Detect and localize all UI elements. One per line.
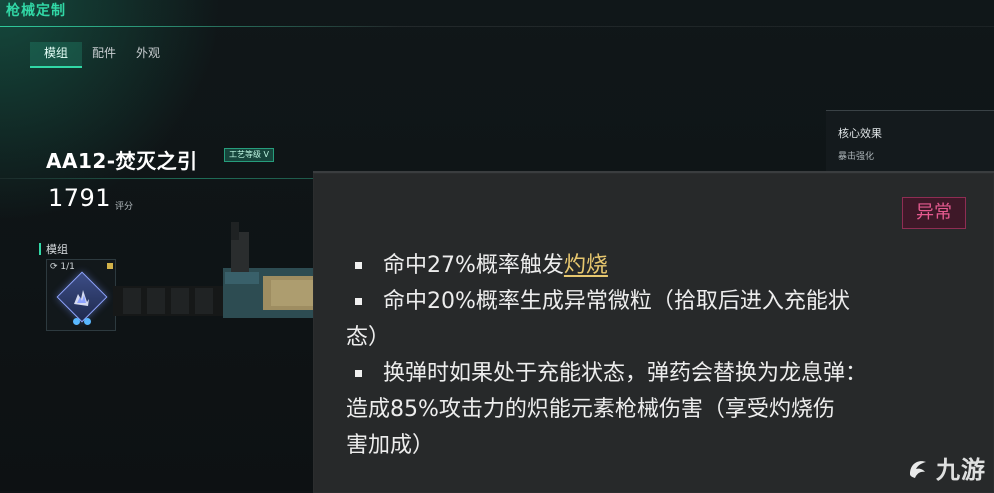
mod-slot-count-text: 1/1 bbox=[60, 262, 75, 272]
effect-text-continued: 造成85%攻击力的炽能元素枪械伤害（享受灼烧伤 bbox=[346, 397, 835, 422]
effect-text-continued: 态） bbox=[346, 325, 391, 350]
effect-list: 命中27%概率触发灼烧 命中20%概率生成异常微粒（拾取后进入充能状 态） 换弹… bbox=[346, 248, 976, 464]
bullet-icon bbox=[355, 298, 362, 305]
bullet-icon bbox=[355, 262, 362, 269]
mod-flame-icon bbox=[74, 290, 89, 306]
mod-indicator-dot bbox=[73, 318, 80, 325]
tab-mods[interactable]: 模组 bbox=[30, 42, 82, 68]
refresh-icon: ⟳ bbox=[50, 262, 58, 272]
mods-section-label: 模组 bbox=[39, 243, 68, 256]
bullet-icon bbox=[355, 370, 362, 377]
watermark-text: 九游 bbox=[936, 456, 986, 484]
customization-tabs: 模组 配件 外观 bbox=[30, 42, 170, 68]
effect-item: 命中20%概率生成异常微粒（拾取后进入充能状 态） bbox=[346, 284, 976, 356]
effect-item: 换弹时如果处于充能状态，弹药会替换为龙息弹： 造成85%攻击力的炽能元素枪械伤害… bbox=[346, 356, 976, 464]
effect-text: 命中20%概率生成异常微粒（拾取后进入充能状 bbox=[383, 289, 850, 314]
effect-text: 换弹时如果处于充能状态，弹药会替换为龙息弹： bbox=[383, 361, 868, 386]
weapon-score: 1791 bbox=[48, 184, 112, 212]
mod-slot-count: ⟳ 1/1 bbox=[50, 262, 75, 272]
core-effects-panel: 核心效果 暴击强化 bbox=[826, 110, 994, 171]
mod-indicator-dot bbox=[84, 318, 91, 325]
effect-detail-panel: 异常 命中27%概率触发灼烧 命中20%概率生成异常微粒（拾取后进入充能状 态）… bbox=[313, 171, 994, 493]
watermark: 九游 bbox=[906, 450, 986, 485]
page-title: 枪械定制 bbox=[6, 3, 66, 19]
tab-accessories[interactable]: 配件 bbox=[82, 42, 126, 68]
top-divider bbox=[0, 26, 994, 27]
burn-keyword-link[interactable]: 灼烧 bbox=[564, 253, 608, 278]
weapon-name: AA12-焚灭之引 bbox=[46, 149, 198, 173]
craft-level-badge: 工艺等级 V bbox=[224, 148, 275, 162]
tab-appearance[interactable]: 外观 bbox=[126, 42, 170, 68]
mod-slot-card[interactable]: ⟳ 1/1 bbox=[46, 259, 116, 331]
effect-text-continued: 害加成） bbox=[346, 433, 435, 458]
effect-text: 命中27%概率触发 bbox=[383, 253, 564, 278]
ninegame-logo-icon bbox=[910, 460, 926, 478]
anomaly-tag: 异常 bbox=[902, 197, 966, 229]
weapon-score-label: 评分 bbox=[115, 202, 134, 212]
core-effect-item[interactable]: 暴击强化 bbox=[838, 149, 874, 162]
effect-item: 命中27%概率触发灼烧 bbox=[346, 248, 976, 284]
core-effects-title: 核心效果 bbox=[838, 127, 882, 140]
